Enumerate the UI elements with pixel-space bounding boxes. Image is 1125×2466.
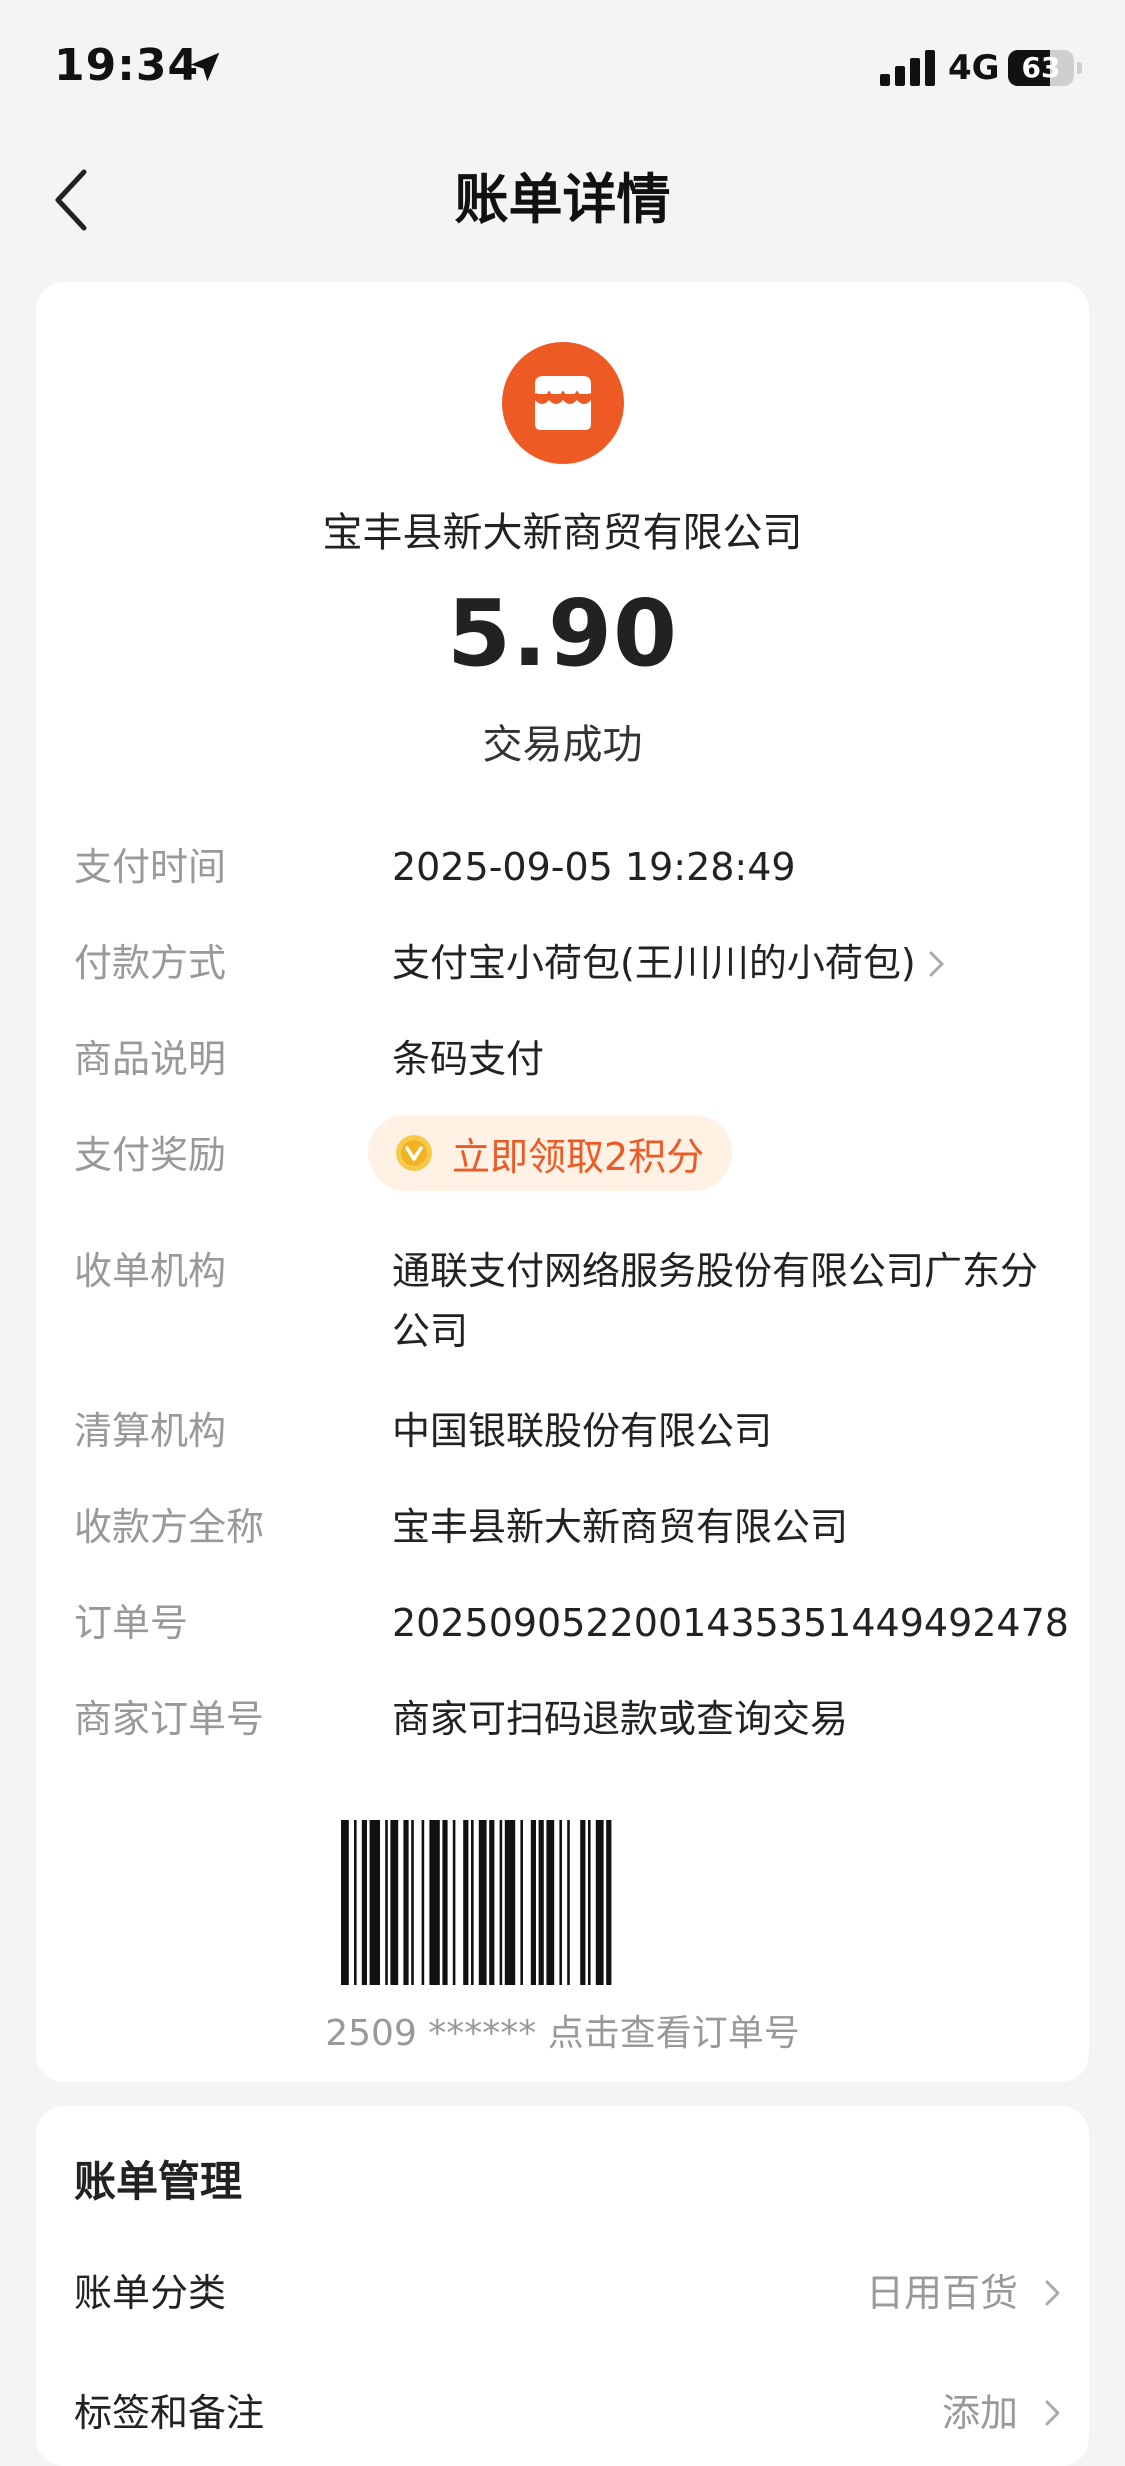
detail-value: 支付宝小荷包(王川川的小荷包) bbox=[392, 941, 916, 985]
detail-label: 收款方全称 bbox=[74, 1505, 265, 1549]
coin-icon bbox=[396, 1135, 432, 1171]
claim-points-button[interactable]: 立即领取2积分 bbox=[368, 1115, 733, 1191]
chevron-right-icon bbox=[1045, 2280, 1060, 2306]
transaction-card: 宝丰县新大新商贸有限公司 5.90 交易成功 支付时间 2025-09-05 1… bbox=[36, 282, 1089, 2082]
page-title: 账单详情 bbox=[454, 168, 671, 231]
detail-value: 中国银联股份有限公司 bbox=[392, 1409, 773, 1453]
tags-notes-label: 标签和备注 bbox=[74, 2391, 265, 2435]
signal-icon bbox=[880, 50, 935, 86]
order-barcode[interactable] bbox=[341, 1820, 784, 1985]
merchant-logo bbox=[502, 342, 624, 464]
detail-label: 收单机构 bbox=[74, 1249, 227, 1293]
chevron-left-icon bbox=[55, 169, 87, 231]
detail-label: 付款方式 bbox=[74, 941, 227, 985]
bill-category-row[interactable]: 账单分类 日用百货 bbox=[74, 2258, 1064, 2328]
detail-label: 支付时间 bbox=[74, 845, 227, 889]
battery-body: 63 bbox=[1008, 50, 1074, 86]
status-time: 19:34 bbox=[54, 40, 200, 91]
battery-level: 63 bbox=[1021, 51, 1061, 84]
battery-cap bbox=[1077, 62, 1082, 74]
tags-notes-row[interactable]: 标签和备注 添加 bbox=[74, 2378, 1064, 2448]
detail-value: 条码支付 bbox=[392, 1037, 545, 1081]
merchant-name: 宝丰县新大新商贸有限公司 bbox=[322, 510, 803, 556]
detail-value: 通联支付网络服务股份有限公司广东分公司 bbox=[392, 1249, 1039, 1353]
detail-label: 清算机构 bbox=[74, 1409, 227, 1453]
detail-value: 2025-09-05 19:28:49 bbox=[392, 845, 796, 889]
detail-value: 宝丰县新大新商贸有限公司 bbox=[392, 1505, 849, 1549]
bill-management-card: 账单管理 账单分类 日用百货 标签和备注 添加 bbox=[36, 2106, 1089, 2466]
detail-value: 2025090522001435351449492478 bbox=[392, 1601, 1069, 1645]
detail-label: 订单号 bbox=[74, 1601, 189, 1645]
tags-notes-value: 添加 bbox=[941, 2391, 1018, 2435]
detail-label: 支付奖励 bbox=[74, 1133, 227, 1177]
transaction-amount: 5.90 bbox=[447, 580, 678, 687]
payment-method-link[interactable]: 支付宝小荷包(王川川的小荷包) bbox=[392, 933, 1064, 993]
detail-value: 商家可扫码退款或查询交易 bbox=[392, 1697, 849, 1741]
detail-label: 商家订单号 bbox=[74, 1697, 265, 1741]
back-button[interactable] bbox=[36, 164, 108, 236]
bill-category-label: 账单分类 bbox=[74, 2271, 227, 2315]
barcode-caption[interactable]: 2509 ****** 点击查看订单号 bbox=[36, 2004, 1089, 2056]
nav-bar: 账单详情 bbox=[0, 150, 1125, 250]
detail-label: 商品说明 bbox=[74, 1037, 227, 1081]
status-bar: 19:34 4G 63 bbox=[0, 0, 1125, 130]
chevron-right-icon bbox=[929, 951, 944, 977]
bill-management-title: 账单管理 bbox=[74, 2157, 243, 2206]
network-type: 4G bbox=[948, 48, 1000, 88]
bill-category-value: 日用百货 bbox=[865, 2271, 1018, 2315]
store-icon bbox=[533, 376, 593, 430]
battery-indicator: 63 bbox=[1008, 50, 1082, 86]
chevron-right-icon bbox=[1045, 2400, 1060, 2426]
location-arrow-icon bbox=[190, 52, 220, 82]
transaction-status: 交易成功 bbox=[482, 722, 643, 768]
claim-points-label: 立即领取2积分 bbox=[452, 1134, 705, 1179]
